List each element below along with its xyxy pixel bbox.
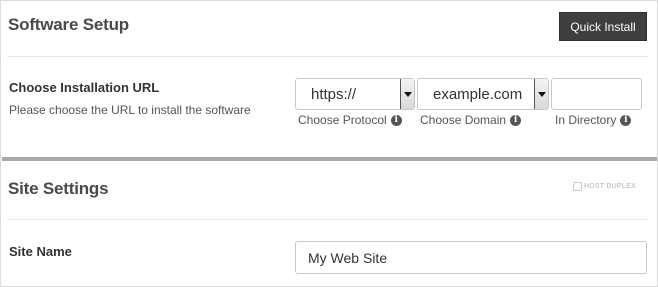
info-icon[interactable]: i (510, 114, 522, 126)
installation-url-label: Choose Installation URL (9, 80, 160, 95)
logo-mark-icon (573, 182, 582, 191)
directory-sublabel-text: In Directory (555, 113, 617, 127)
divider (7, 56, 649, 57)
section-title-site-settings: Site Settings (8, 179, 109, 198)
info-icon[interactable]: i (390, 114, 402, 126)
site-name-label: Site Name (9, 244, 72, 259)
directory-sublabel: In Directory i (555, 113, 632, 127)
install-panel: Software Setup Quick Install Choose Inst… (0, 0, 658, 287)
chevron-down-icon[interactable] (534, 79, 548, 109)
host-duplex-logo: HOST DUPLEX (573, 182, 636, 191)
chevron-down-icon[interactable] (400, 79, 414, 109)
site-name-input[interactable]: My Web Site (295, 241, 647, 274)
domain-sublabel-text: Choose Domain (420, 113, 507, 127)
section-title-software-setup: Software Setup (8, 15, 129, 34)
protocol-value: https:// (311, 85, 357, 103)
protocol-select[interactable]: https:// (295, 78, 415, 110)
domain-value: example.com (433, 85, 523, 103)
directory-input[interactable] (551, 78, 642, 110)
info-icon[interactable]: i (620, 114, 632, 126)
installation-url-help: Please choose the URL to install the sof… (9, 103, 251, 117)
section-separator (2, 157, 657, 161)
domain-select[interactable]: example.com (417, 78, 549, 110)
protocol-sublabel: Choose Protocol i (298, 113, 402, 127)
protocol-sublabel-text: Choose Protocol (298, 113, 387, 127)
logo-text: HOST DUPLEX (584, 183, 636, 190)
quick-install-button[interactable]: Quick Install (559, 12, 647, 41)
divider (7, 219, 649, 220)
domain-sublabel: Choose Domain i (420, 113, 522, 127)
site-name-value: My Web Site (308, 249, 388, 266)
